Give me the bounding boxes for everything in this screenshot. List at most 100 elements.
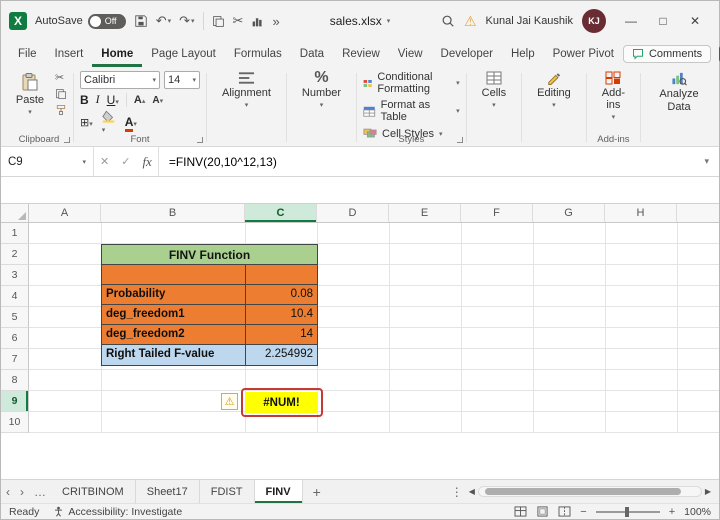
tab-home[interactable]: Home bbox=[92, 41, 142, 67]
table-row-probability[interactable]: Probability 0.08 bbox=[102, 285, 317, 305]
column-header-f[interactable]: F bbox=[461, 204, 533, 222]
format-painter-button[interactable] bbox=[55, 104, 67, 116]
scroll-right-icon[interactable]: ▶ bbox=[705, 487, 711, 496]
tab-data[interactable]: Data bbox=[291, 41, 333, 67]
save-button[interactable] bbox=[134, 14, 148, 28]
editing-button[interactable]: Editing ▾ bbox=[528, 71, 580, 109]
scroll-left-icon[interactable]: ◀ bbox=[469, 487, 475, 496]
analyze-data-button[interactable]: Analyze Data bbox=[647, 71, 711, 113]
maximize-button[interactable]: □ bbox=[647, 1, 679, 41]
insert-function-button[interactable]: fx bbox=[136, 154, 157, 170]
row-header-4[interactable]: 4 bbox=[1, 286, 29, 307]
borders-button[interactable]: ⊞▾ bbox=[80, 116, 93, 129]
sheet-nav-more-button[interactable]: … bbox=[29, 480, 51, 503]
styles-dialog-launcher[interactable] bbox=[456, 137, 463, 143]
column-header-c[interactable]: C bbox=[245, 204, 317, 222]
avatar[interactable]: KJ bbox=[582, 9, 606, 33]
error-cell-c9[interactable]: #NUM! bbox=[246, 392, 317, 413]
sheet-nav-back-button[interactable]: ‹ bbox=[1, 480, 15, 503]
comments-button[interactable]: Comments bbox=[622, 45, 712, 63]
document-title[interactable]: sales.xlsx ▾ bbox=[330, 1, 391, 41]
select-all-corner[interactable] bbox=[1, 204, 29, 222]
chart-quick-button[interactable] bbox=[251, 15, 264, 28]
formula-bar-expand-button[interactable]: ▾ bbox=[704, 156, 719, 167]
autosave-switch-icon[interactable]: Off bbox=[87, 13, 126, 29]
addins-button[interactable]: Add-ins ▾ bbox=[593, 71, 634, 121]
zoom-level[interactable]: 100% bbox=[684, 506, 711, 518]
tab-help[interactable]: Help bbox=[502, 41, 544, 67]
toolbar-overflow-icon[interactable]: » bbox=[272, 14, 279, 29]
scroll-menu-icon[interactable]: ⋮ bbox=[448, 485, 466, 499]
zoom-slider-thumb[interactable] bbox=[624, 506, 629, 517]
autosave-toggle[interactable]: AutoSave Off bbox=[35, 13, 126, 29]
tab-page-layout[interactable]: Page Layout bbox=[142, 41, 225, 67]
bold-button[interactable]: B bbox=[80, 93, 89, 107]
search-button[interactable] bbox=[441, 14, 455, 28]
format-as-table-button[interactable]: Format as Table ▾ bbox=[363, 99, 460, 123]
row-header-7[interactable]: 7 bbox=[1, 349, 29, 370]
row-header-2[interactable]: 2 bbox=[1, 244, 29, 265]
minimize-button[interactable]: — bbox=[615, 1, 647, 41]
tab-formulas[interactable]: Formulas bbox=[225, 41, 291, 67]
page-layout-view-button[interactable] bbox=[536, 506, 549, 517]
sheet-tab-sheet17[interactable]: Sheet17 bbox=[135, 480, 200, 503]
decrease-font-button[interactable]: A▾ bbox=[152, 94, 163, 106]
zoom-out-button[interactable]: − bbox=[580, 506, 586, 518]
row-header-3[interactable]: 3 bbox=[1, 265, 29, 286]
scrollbar-thumb[interactable] bbox=[484, 488, 681, 495]
tab-power-pivot[interactable]: Power Pivot bbox=[544, 41, 623, 67]
cut-button[interactable]: ✂ bbox=[233, 13, 244, 29]
cells-button[interactable]: Cells ▾ bbox=[473, 71, 515, 109]
column-header-g[interactable]: G bbox=[533, 204, 605, 222]
tab-review[interactable]: Review bbox=[333, 41, 389, 67]
column-header-b[interactable]: B bbox=[101, 204, 245, 222]
formula-input[interactable]: =FINV(20,10^12,13) bbox=[159, 155, 277, 169]
font-name-select[interactable]: Calibri ▾ bbox=[80, 71, 160, 89]
row-header-1[interactable]: 1 bbox=[1, 223, 29, 244]
table-row-result[interactable]: Right Tailed F-value 2.254992 bbox=[102, 345, 317, 365]
tab-developer[interactable]: Developer bbox=[432, 41, 502, 67]
row-header-6[interactable]: 6 bbox=[1, 328, 29, 349]
horizontal-scrollbar[interactable]: ⋮ ◀ ▶ bbox=[448, 480, 719, 503]
redo-button[interactable]: ↷ ▾ bbox=[179, 13, 194, 29]
name-box[interactable]: C9 ▾ bbox=[1, 147, 93, 176]
column-header-d[interactable]: D bbox=[317, 204, 389, 222]
alert-icon[interactable]: ⚠ bbox=[464, 13, 477, 30]
increase-font-button[interactable]: A▴ bbox=[134, 94, 145, 106]
excel-logo-icon[interactable]: X bbox=[9, 12, 27, 30]
copy-button[interactable] bbox=[55, 88, 67, 100]
tab-insert[interactable]: Insert bbox=[46, 41, 93, 67]
cancel-entry-button[interactable]: ✕ bbox=[94, 155, 115, 168]
sheet-tab-critbinom[interactable]: CRITBINOM bbox=[51, 480, 136, 503]
alignment-button[interactable]: Alignment ▾ bbox=[213, 71, 280, 109]
font-color-button[interactable]: A▾ bbox=[124, 114, 137, 132]
zoom-in-button[interactable]: + bbox=[669, 506, 675, 518]
font-dialog-launcher[interactable] bbox=[197, 137, 203, 143]
accessibility-status[interactable]: Accessibility: Investigate bbox=[53, 506, 182, 518]
worksheet-grid[interactable]: A B C D E F G H 1 2 3 4 5 6 7 8 9 10 FIN… bbox=[1, 203, 719, 479]
sheet-tab-fdist[interactable]: FDIST bbox=[199, 480, 255, 503]
tab-view[interactable]: View bbox=[389, 41, 432, 67]
table-row-deg-freedom2[interactable]: deg_freedom2 14 bbox=[102, 325, 317, 345]
tab-file[interactable]: File bbox=[9, 41, 46, 67]
scrollbar-track[interactable] bbox=[477, 486, 702, 497]
column-header-h[interactable]: H bbox=[605, 204, 677, 222]
row-header-8[interactable]: 8 bbox=[1, 370, 29, 391]
table-row-deg-freedom1[interactable]: deg_freedom1 10.4 bbox=[102, 305, 317, 325]
sheet-nav-forward-button[interactable]: › bbox=[15, 480, 29, 503]
fill-color-button[interactable]: ▾ bbox=[102, 110, 116, 135]
undo-button[interactable]: ↶ ▾ bbox=[156, 13, 171, 29]
page-break-view-button[interactable] bbox=[558, 506, 571, 517]
font-size-select[interactable]: 14 ▾ bbox=[164, 71, 200, 89]
table-row-empty[interactable] bbox=[102, 265, 317, 285]
paste-button[interactable]: Paste ▾ bbox=[11, 71, 49, 116]
row-header-5[interactable]: 5 bbox=[1, 307, 29, 328]
row-header-10[interactable]: 10 bbox=[1, 412, 29, 433]
clipboard-dialog-launcher[interactable] bbox=[64, 137, 70, 143]
column-header-a[interactable]: A bbox=[29, 204, 101, 222]
conditional-formatting-button[interactable]: Conditional Formatting ▾ bbox=[363, 71, 460, 95]
error-options-button[interactable]: ⚠ bbox=[221, 393, 238, 410]
column-header-e[interactable]: E bbox=[389, 204, 461, 222]
row-header-9[interactable]: 9 bbox=[1, 391, 29, 412]
confirm-entry-button[interactable]: ✓ bbox=[115, 155, 136, 168]
